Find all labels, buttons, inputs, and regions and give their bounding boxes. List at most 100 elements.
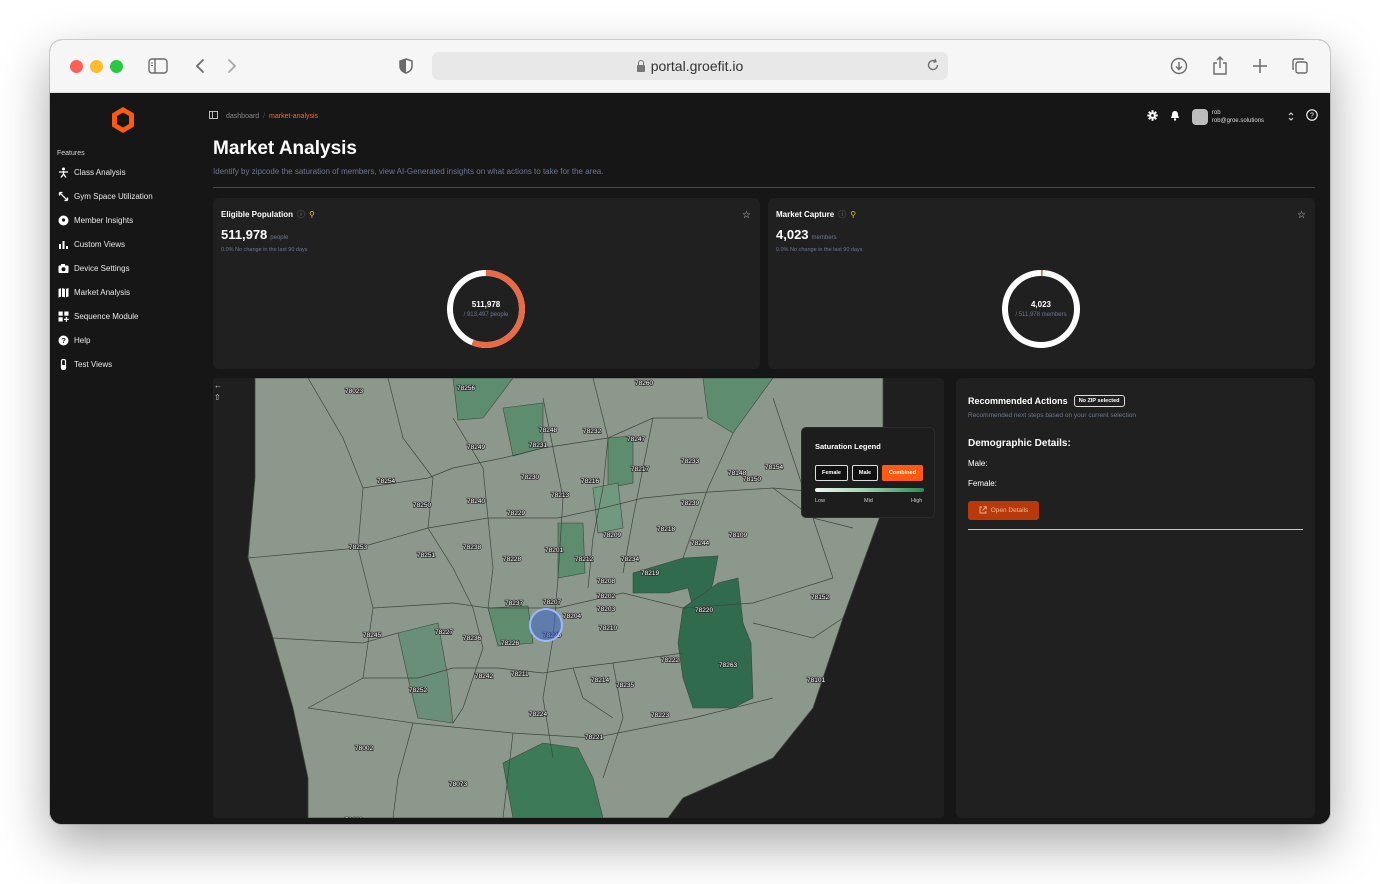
- zip-label[interactable]: 78240: [466, 497, 486, 506]
- lightbulb-icon[interactable]: ⚲: [850, 210, 856, 219]
- zip-label[interactable]: 78112: [344, 816, 364, 818]
- new-tab-icon[interactable]: [1248, 54, 1272, 78]
- zip-label[interactable]: 78242: [474, 672, 494, 681]
- zip-label[interactable]: 78202: [596, 592, 616, 601]
- minimize-window-button[interactable]: [90, 60, 103, 73]
- zip-label[interactable]: 78251: [416, 551, 436, 560]
- sidebar-toggle-icon[interactable]: [146, 54, 170, 78]
- zip-label[interactable]: 78002: [354, 744, 374, 753]
- lightbulb-icon[interactable]: ⚲: [309, 210, 315, 219]
- panel-toggle-icon[interactable]: [209, 111, 218, 121]
- zip-label[interactable]: 78213: [550, 491, 570, 500]
- zip-label[interactable]: 78201: [544, 546, 564, 555]
- back-arrow-icon[interactable]: [188, 54, 212, 78]
- zip-label[interactable]: 78208: [596, 577, 616, 586]
- info-icon[interactable]: ⓘ: [838, 209, 846, 220]
- zip-label[interactable]: 78253: [348, 543, 368, 552]
- bell-icon[interactable]: [1170, 108, 1180, 126]
- gear-icon[interactable]: [1147, 108, 1158, 126]
- legend-male-button[interactable]: Male: [852, 465, 878, 481]
- close-window-button[interactable]: [70, 60, 83, 73]
- zip-label[interactable]: 78221: [584, 733, 604, 742]
- zip-label[interactable]: 78224: [528, 710, 548, 719]
- reload-icon[interactable]: [926, 58, 940, 75]
- sidebar-item-help[interactable]: ? Help: [58, 332, 90, 348]
- zip-label[interactable]: 78239: [680, 499, 700, 508]
- zip-label[interactable]: 78256: [456, 384, 476, 393]
- zip-label[interactable]: 78244: [690, 539, 710, 548]
- map-zone-mid[interactable]: [607, 435, 634, 489]
- zip-label[interactable]: 78260: [634, 379, 654, 388]
- star-icon[interactable]: ☆: [1297, 210, 1306, 221]
- zip-label[interactable]: 78207: [542, 598, 562, 607]
- zip-label[interactable]: 78209: [602, 531, 622, 540]
- zip-label[interactable]: 78073: [448, 780, 468, 789]
- selected-zip-marker[interactable]: [529, 608, 563, 642]
- sidebar-item-test-views[interactable]: Test Views: [58, 356, 112, 372]
- sidebar-item-sequence-module[interactable]: Sequence Module: [58, 308, 139, 324]
- zip-label[interactable]: 78238: [462, 543, 482, 552]
- zip-label[interactable]: 78101: [806, 676, 826, 685]
- zip-label[interactable]: 78233: [680, 457, 700, 466]
- groefit-logo-icon[interactable]: [108, 105, 138, 135]
- zip-label[interactable]: 78216: [580, 477, 600, 486]
- breadcrumb-root[interactable]: dashboard: [226, 113, 259, 120]
- zip-label[interactable]: 78247: [626, 435, 646, 444]
- zip-label[interactable]: 78263: [718, 661, 738, 670]
- zip-label[interactable]: 78230: [520, 473, 540, 482]
- zip-label[interactable]: 78254: [376, 477, 396, 486]
- legend-combined-button[interactable]: Combined: [882, 465, 923, 481]
- zip-label[interactable]: 78228: [502, 555, 522, 564]
- chevron-updown-icon[interactable]: [1288, 108, 1294, 126]
- zip-label[interactable]: 78203: [596, 605, 616, 614]
- address-bar[interactable]: portal.groefit.io: [432, 52, 948, 80]
- zip-label[interactable]: 78222: [660, 656, 680, 665]
- legend-female-button[interactable]: Female: [815, 465, 848, 481]
- zip-label[interactable]: 78023: [344, 387, 364, 396]
- zip-label[interactable]: 78210: [598, 624, 618, 633]
- sidebar-item-device-settings[interactable]: Device Settings: [58, 260, 130, 276]
- sidebar-item-custom-views[interactable]: Custom Views: [58, 236, 125, 252]
- sidebar-item-class-analysis[interactable]: Class Analysis: [58, 164, 126, 180]
- zip-label[interactable]: 78154: [764, 463, 784, 472]
- zip-label[interactable]: 78250: [412, 501, 432, 510]
- zip-label[interactable]: 78152: [810, 593, 830, 602]
- zip-label[interactable]: 78235: [615, 681, 635, 690]
- zip-label[interactable]: 78236: [462, 634, 482, 643]
- zip-label[interactable]: 78245: [362, 631, 382, 640]
- download-icon[interactable]: [1167, 54, 1191, 78]
- star-icon[interactable]: ☆: [742, 210, 751, 221]
- open-details-button[interactable]: Open Details: [968, 501, 1039, 520]
- zip-label[interactable]: 78219: [640, 569, 660, 578]
- sidebar-item-gym-space-utilization[interactable]: Gym Space Utilization: [58, 188, 153, 204]
- info-icon[interactable]: ⓘ: [297, 209, 305, 220]
- maximize-window-button[interactable]: [110, 60, 123, 73]
- zip-label[interactable]: 78234: [620, 555, 640, 564]
- zip-label[interactable]: 78223: [650, 711, 670, 720]
- zip-label[interactable]: 78211: [510, 670, 530, 679]
- share-icon[interactable]: [1208, 54, 1232, 78]
- zip-label[interactable]: 78232: [582, 427, 602, 436]
- tab-overview-icon[interactable]: [1288, 54, 1312, 78]
- shield-icon[interactable]: [394, 54, 418, 78]
- zip-label[interactable]: 78252: [408, 686, 428, 695]
- sidebar-item-market-analysis[interactable]: Market Analysis: [58, 284, 130, 300]
- map-zone-mid[interactable]: [592, 482, 624, 534]
- zip-label[interactable]: 78229: [506, 509, 526, 518]
- zip-label[interactable]: 78237: [504, 599, 524, 608]
- collapse-arrow-icon[interactable]: ←: [214, 381, 222, 390]
- user-menu[interactable]: rob rob@groe.solutions: [1191, 108, 1294, 126]
- zip-label[interactable]: 78226: [500, 639, 520, 648]
- help-circle-icon[interactable]: ?: [1306, 108, 1318, 126]
- zip-label[interactable]: 78204: [562, 612, 582, 621]
- zip-label[interactable]: 78212: [574, 555, 594, 564]
- zip-label[interactable]: 78109: [728, 531, 748, 540]
- zip-label[interactable]: 78227: [434, 628, 454, 637]
- zip-label[interactable]: 78150: [742, 475, 762, 484]
- zip-label[interactable]: 78249: [466, 443, 486, 452]
- zip-label[interactable]: 78248: [538, 426, 558, 435]
- sidebar-item-member-insights[interactable]: Member Insights: [58, 212, 133, 228]
- zip-label[interactable]: 78218: [656, 525, 676, 534]
- zip-label[interactable]: 78231: [528, 441, 548, 450]
- zip-label[interactable]: 78217: [630, 465, 650, 474]
